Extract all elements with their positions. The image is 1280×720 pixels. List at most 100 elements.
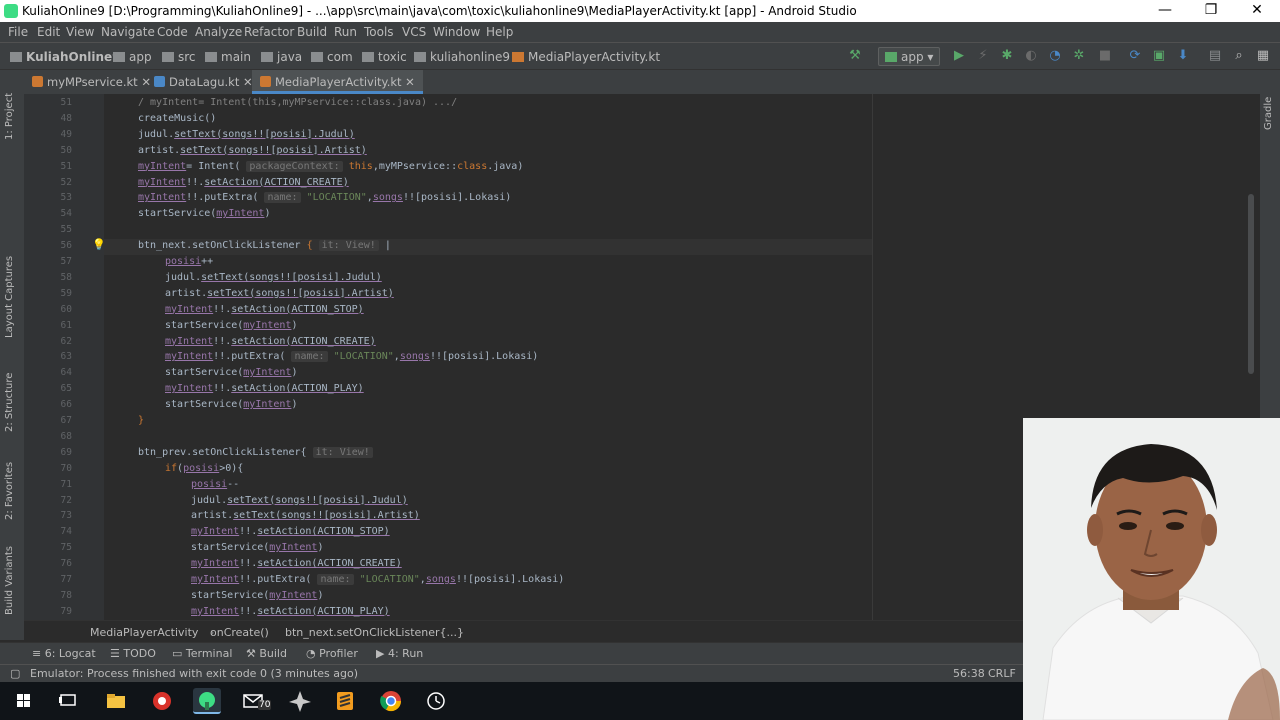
avd-manager-icon[interactable]: ▣ — [1152, 49, 1166, 63]
crumb-main[interactable]: main — [205, 50, 251, 64]
code-line[interactable]: createMusic() — [138, 113, 216, 124]
layout-icon[interactable]: ▦ — [1256, 49, 1270, 63]
clock-app-icon[interactable] — [422, 688, 450, 714]
tool-structure[interactable]: 2: Structure — [4, 373, 15, 432]
make-project-icon[interactable]: ⚒ — [848, 49, 862, 63]
breadcrumb-function[interactable]: onCreate() — [210, 626, 269, 639]
lightbulb-icon[interactable]: 💡 — [92, 238, 106, 251]
caret-position[interactable]: 56:38 — [953, 667, 985, 680]
status-message[interactable]: Emulator: Process finished with exit cod… — [30, 667, 358, 680]
menu-help[interactable]: Help — [486, 25, 513, 39]
breadcrumb-class[interactable]: MediaPlayerActivity — [90, 626, 198, 639]
code-line[interactable]: startService(myIntent) — [165, 399, 297, 410]
tool-build-variants[interactable]: Build Variants — [4, 546, 15, 615]
line-separator[interactable]: CRLF — [988, 667, 1016, 680]
mail-icon[interactable]: 70 — [240, 688, 272, 714]
tool-layout-captures[interactable]: Layout Captures — [4, 256, 15, 338]
tool-run[interactable]: ▶ 4: Run — [376, 647, 423, 660]
code-line[interactable]: myIntent!!.putExtra( name: "LOCATION",so… — [138, 192, 511, 204]
code-line[interactable]: } — [138, 415, 144, 426]
run-icon[interactable]: ▶ — [952, 49, 966, 63]
code-line[interactable]: / myIntent= Intent(this,myMPservice::cla… — [138, 97, 457, 108]
run-config-select[interactable]: app ▾ — [878, 47, 941, 66]
apply-changes-icon[interactable]: ⚡ — [976, 49, 990, 63]
menu-window[interactable]: Window — [433, 25, 480, 39]
code-line[interactable]: btn_next.setOnClickListener { it: View! … — [138, 240, 391, 252]
code-line[interactable]: myIntent!!.setAction(ACTION_CREATE) — [191, 558, 402, 569]
crumb-java[interactable]: java — [261, 50, 302, 64]
crumb-package[interactable]: kuliahonline9 — [414, 50, 510, 64]
tool-terminal[interactable]: ▭ Terminal — [172, 647, 232, 660]
menu-tools[interactable]: Tools — [364, 25, 394, 39]
code-line[interactable]: judul.setText(songs!![posisi].Judul) — [191, 495, 408, 506]
menu-run[interactable]: Run — [334, 25, 357, 39]
search-icon[interactable]: ⌕ — [1232, 49, 1246, 63]
sublime-text-icon[interactable] — [331, 688, 359, 714]
crumb-project[interactable]: KuliahOnline9 — [10, 50, 121, 64]
code-line[interactable]: artist.setText(songs!![posisi].Artist) — [138, 145, 367, 156]
menu-build[interactable]: Build — [297, 25, 327, 39]
code-line[interactable]: startService(myIntent) — [165, 320, 297, 331]
chrome-icon[interactable] — [377, 688, 405, 714]
code-line[interactable]: myIntent!!.setAction(ACTION_PLAY) — [191, 606, 390, 617]
menu-view[interactable]: View — [66, 25, 94, 39]
code-line[interactable]: startService(myIntent) — [165, 367, 297, 378]
menu-refactor[interactable]: Refactor — [244, 25, 294, 39]
tab-mympservice[interactable]: myMPservice.kt ✕ — [24, 70, 159, 94]
airplane-app-icon[interactable] — [286, 688, 314, 714]
breadcrumb-lambda[interactable]: btn_next.setOnClickListener{...} — [285, 626, 464, 639]
tool-project[interactable]: 1: Project — [4, 93, 15, 140]
tool-gradle[interactable]: Gradle — [1263, 97, 1274, 130]
code-line[interactable]: myIntent!!.setAction(ACTION_STOP) — [191, 526, 390, 537]
code-line[interactable]: judul.setText(songs!![posisi].Judul) — [165, 272, 382, 283]
tool-build[interactable]: ⚒ Build — [246, 647, 287, 660]
screen-recorder-icon[interactable] — [148, 688, 176, 714]
code-line[interactable]: myIntent!!.setAction(ACTION_PLAY) — [165, 383, 364, 394]
coverage-icon[interactable]: ◐ — [1024, 49, 1038, 63]
menu-file[interactable]: File — [8, 25, 28, 39]
code-line[interactable]: startService(myIntent) — [191, 590, 323, 601]
menu-navigate[interactable]: Navigate — [101, 25, 155, 39]
code-line[interactable]: startService(myIntent) — [138, 208, 270, 219]
sdk-manager-icon[interactable]: ⬇ — [1176, 49, 1190, 63]
crumb-src[interactable]: src — [162, 50, 196, 64]
crumb-toxic[interactable]: toxic — [362, 50, 407, 64]
crumb-file[interactable]: MediaPlayerActivity.kt — [512, 50, 660, 64]
menu-edit[interactable]: Edit — [37, 25, 60, 39]
code-line[interactable]: artist.setText(songs!![posisi].Artist) — [165, 288, 394, 299]
stop-icon[interactable]: ■ — [1098, 49, 1112, 63]
code-line[interactable]: startService(myIntent) — [191, 542, 323, 553]
project-structure-icon[interactable]: ▤ — [1208, 49, 1222, 63]
code-line[interactable]: posisi++ — [165, 256, 213, 267]
crumb-com[interactable]: com — [311, 50, 353, 64]
tab-datalagu[interactable]: DataLagu.kt ✕ — [146, 70, 261, 94]
crumb-app[interactable]: app — [113, 50, 152, 64]
code-line[interactable]: myIntent!!.putExtra( name: "LOCATION",so… — [165, 351, 538, 363]
code-line[interactable]: myIntent!!.setAction(ACTION_STOP) — [165, 304, 364, 315]
code-line[interactable]: judul.setText(songs!![posisi].Judul) — [138, 129, 355, 140]
debug-icon[interactable]: ✱ — [1000, 49, 1014, 63]
code-line[interactable]: myIntent= Intent( packageContext: this,m… — [138, 160, 523, 172]
tool-profiler[interactable]: ◔ Profiler — [306, 647, 358, 660]
tool-favorites[interactable]: 2: Favorites — [4, 462, 15, 520]
tab-mediaplayeractivity[interactable]: MediaPlayerActivity.kt ✕ — [252, 70, 423, 94]
start-button[interactable] — [10, 688, 38, 714]
code-line[interactable]: myIntent!!.putExtra( name: "LOCATION",so… — [191, 574, 564, 585]
android-studio-taskbar-icon[interactable] — [193, 688, 221, 714]
task-view-icon[interactable] — [54, 688, 82, 714]
code-line[interactable]: btn_prev.setOnClickListener{ it: View! — [138, 446, 373, 458]
sync-gradle-icon[interactable]: ⟳ — [1128, 49, 1142, 63]
code-line[interactable]: artist.setText(songs!![posisi].Artist) — [191, 510, 420, 521]
profile-icon[interactable]: ◔ — [1048, 49, 1062, 63]
file-explorer-icon[interactable] — [102, 688, 130, 714]
code-line[interactable]: if(posisi>0){ — [165, 463, 243, 474]
close-window-button[interactable]: ✕ — [1234, 0, 1280, 22]
tool-logcat[interactable]: ≡ 6: Logcat — [32, 647, 96, 660]
minimize-button[interactable]: — — [1142, 0, 1188, 22]
menu-vcs[interactable]: VCS — [402, 25, 426, 39]
editor-scrollbar[interactable] — [1248, 194, 1254, 374]
code-line[interactable]: posisi-- — [191, 479, 239, 490]
menu-analyze[interactable]: Analyze — [195, 25, 242, 39]
tool-todo[interactable]: ☰ TODO — [110, 647, 156, 660]
attach-debugger-icon[interactable]: ✲ — [1072, 49, 1086, 63]
